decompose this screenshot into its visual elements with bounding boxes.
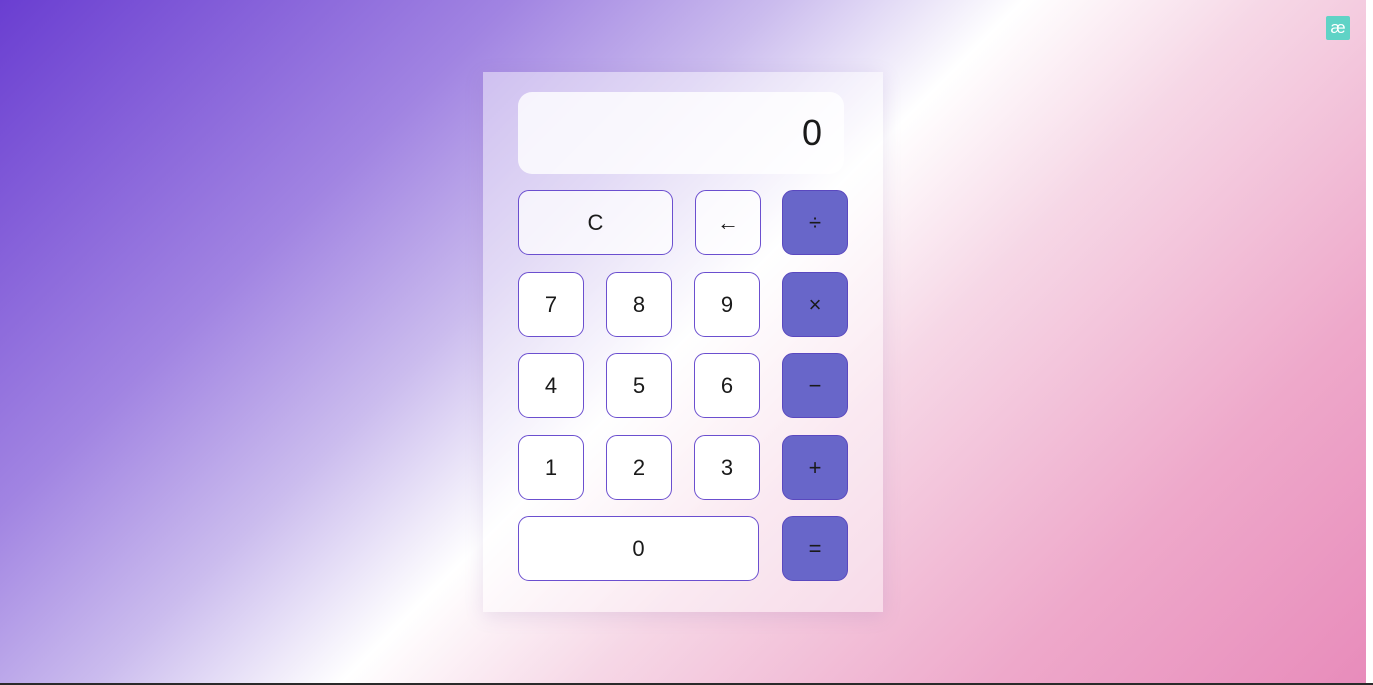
- equals-button[interactable]: =: [782, 516, 848, 581]
- divide-button[interactable]: ÷: [782, 190, 848, 255]
- page-edge: [1366, 0, 1373, 683]
- ae-logo-icon: æ: [1326, 16, 1350, 40]
- multiply-button[interactable]: ×: [782, 272, 848, 337]
- digit-6-button[interactable]: 6: [694, 353, 760, 418]
- digit-0-button[interactable]: 0: [518, 516, 759, 581]
- digit-1-button[interactable]: 1: [518, 435, 584, 500]
- backspace-button[interactable]: ←: [695, 190, 761, 255]
- digit-9-button[interactable]: 9: [694, 272, 760, 337]
- digit-3-button[interactable]: 3: [694, 435, 760, 500]
- digit-5-button[interactable]: 5: [606, 353, 672, 418]
- add-button[interactable]: +: [782, 435, 848, 500]
- calculator-display: 0: [518, 92, 844, 174]
- clear-button[interactable]: C: [518, 190, 673, 255]
- digit-4-button[interactable]: 4: [518, 353, 584, 418]
- digit-2-button[interactable]: 2: [606, 435, 672, 500]
- digit-8-button[interactable]: 8: [606, 272, 672, 337]
- digit-7-button[interactable]: 7: [518, 272, 584, 337]
- calculator: 0 C ← ÷ 7 8 9 × 4 5 6 − 1 2 3 + 0 =: [483, 72, 883, 612]
- subtract-button[interactable]: −: [782, 353, 848, 418]
